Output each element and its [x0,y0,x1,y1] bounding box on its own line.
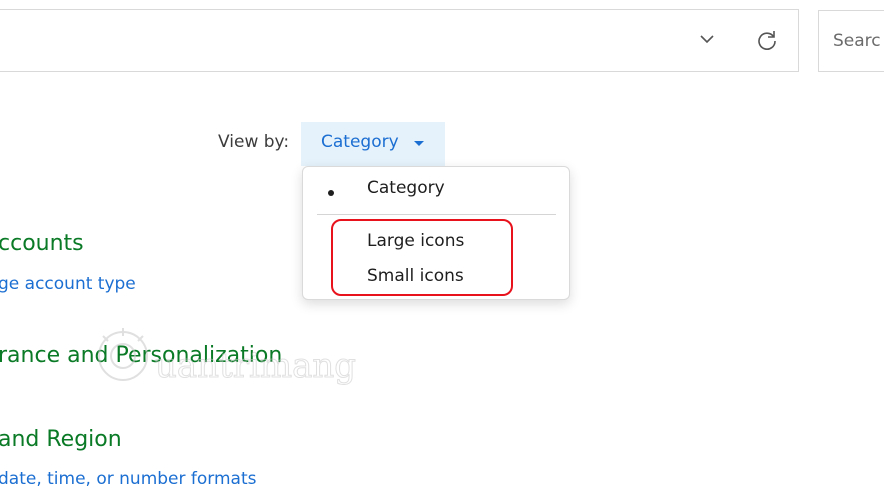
view-by-label: View by: [218,132,290,152]
category-link-formats[interactable]: date, time, or number formats [0,469,256,489]
menu-item-category[interactable]: Category [303,174,569,206]
search-placeholder: Searc [833,31,881,51]
category-link-account-type[interactable]: ge account type [0,274,136,294]
control-panel-page: Searc View by: Category ccounts ge accou… [0,0,884,489]
selected-bullet-icon [328,190,334,196]
view-by-selected-value: Category [321,132,399,152]
watermark-logo: uantrimang [93,318,383,390]
highlight-annotation [331,219,513,296]
category-title-accounts[interactable]: ccounts [0,231,84,256]
refresh-icon[interactable] [755,28,779,52]
chevron-down-icon[interactable] [698,30,716,48]
caret-down-icon [414,141,424,146]
watermark-text: uantrimang [154,346,357,387]
search-input[interactable]: Searc [818,10,884,72]
category-title-region[interactable]: and Region [0,427,122,452]
menu-item-label: Category [367,178,445,198]
view-by-dropdown[interactable]: Category [301,122,445,166]
address-bar[interactable] [0,9,799,72]
menu-separator [317,214,556,215]
